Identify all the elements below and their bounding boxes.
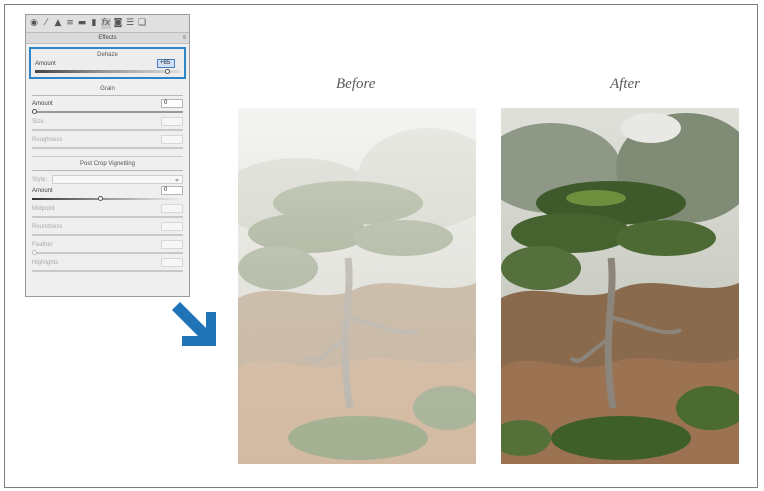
vignetting-midpoint-row: Midpoint (32, 204, 183, 215)
before-photo (238, 108, 476, 464)
grain-size-input[interactable] (161, 117, 183, 126)
panel-tab-bar: Effects ≡ (26, 33, 189, 44)
vignetting-roundness-input[interactable] (161, 222, 183, 231)
dehaze-title: Dehaze (97, 52, 118, 58)
vignetting-roundness-label: Roundness (32, 224, 63, 230)
after-photo (501, 108, 739, 464)
grain-size-row: Size (32, 117, 183, 128)
fx-icon[interactable]: fx (101, 18, 111, 29)
grain-title: Grain (100, 86, 115, 92)
basic-icon[interactable]: ◉ (29, 18, 39, 29)
grain-size-slider[interactable] (32, 128, 183, 132)
vignetting-roundness-track (32, 234, 183, 236)
vignetting-amount-label: Amount (32, 188, 53, 194)
grain-roughness-row: Roughness (32, 135, 183, 146)
grain-amount-row: Amount 0 (32, 99, 183, 110)
lens-icon[interactable]: ▮ (89, 18, 99, 29)
grain-amount-slider[interactable] (32, 109, 183, 114)
panel-tab-title: Effects (98, 35, 117, 41)
grain-roughness-slider[interactable] (32, 146, 183, 150)
vignetting-style-select[interactable] (52, 175, 183, 184)
vignetting-amount-slider[interactable] (32, 196, 183, 201)
vignetting-style-row: Style: (32, 174, 183, 186)
vignetting-divider (32, 156, 183, 157)
vignetting-style-label: Style: (32, 177, 48, 183)
vignetting-feather-thumb[interactable] (32, 250, 37, 255)
dehaze-amount-slider[interactable] (35, 69, 180, 74)
detail-icon[interactable]: ▲ (53, 18, 63, 29)
vignetting-title-divider (32, 170, 183, 171)
vignetting-feather-slider[interactable] (32, 250, 183, 255)
dehaze-amount-input[interactable]: +65 (157, 59, 175, 68)
vignetting-feather-track (32, 252, 183, 254)
camera-calibration-icon[interactable]: ◙ (113, 18, 123, 29)
vignetting-amount-input[interactable]: 0 (161, 186, 183, 195)
grain-roughness-label: Roughness (32, 137, 63, 143)
split-toning-icon[interactable]: ▬ (77, 18, 87, 29)
snapshots-icon[interactable]: ❑ (137, 18, 147, 29)
before-caption: Before (336, 76, 376, 92)
after-caption: After (610, 76, 640, 92)
dehaze-slider-track (35, 70, 180, 73)
dehaze-section: Dehaze Amount +65 (29, 47, 186, 79)
vignetting-amount-track (32, 198, 183, 200)
hsl-icon[interactable]: ≡ (65, 18, 75, 29)
vignetting-midpoint-label: Midpoint (32, 206, 55, 212)
vignetting-highlights-label: Highlights (32, 260, 59, 266)
vignetting-amount-row: Amount 0 (32, 186, 183, 197)
grain-size-track (32, 129, 183, 131)
effects-panel: ◉ ⁄ ▲ ≡ ▬ ▮ fx ◙ ☰ ❑ Effects ≡ Dehaze Am… (25, 14, 190, 297)
grain-divider (32, 95, 183, 96)
grain-roughness-input[interactable] (161, 135, 183, 144)
vignetting-feather-input[interactable] (161, 240, 183, 249)
vignetting-roundness-slider[interactable] (32, 233, 183, 237)
vignetting-highlights-row: Highlights (32, 258, 183, 269)
grain-amount-thumb[interactable] (32, 109, 37, 114)
dehaze-amount-label: Amount (35, 61, 56, 67)
grain-roughness-track (32, 147, 183, 149)
panel-toolbar: ◉ ⁄ ▲ ≡ ▬ ▮ fx ◙ ☰ ❑ (26, 15, 189, 33)
vignetting-amount-thumb[interactable] (98, 196, 103, 201)
presets-icon[interactable]: ☰ (125, 18, 135, 29)
grain-amount-label: Amount (32, 101, 53, 107)
vignetting-highlights-input[interactable] (161, 258, 183, 267)
vignetting-highlights-track (32, 270, 183, 272)
dehaze-slider-thumb[interactable] (165, 69, 170, 74)
dehaze-amount-row: Amount +65 (35, 59, 180, 70)
grain-amount-input[interactable]: 0 (161, 99, 183, 108)
vignetting-title: Post Crop Vignetting (80, 161, 135, 167)
vignetting-midpoint-input[interactable] (161, 204, 183, 213)
vignetting-midpoint-track (32, 216, 183, 218)
grain-amount-track (32, 111, 183, 113)
grain-size-label: Size (32, 119, 44, 125)
vignetting-midpoint-slider[interactable] (32, 215, 183, 219)
panel-menu-icon[interactable]: ≡ (182, 33, 186, 43)
vignetting-roundness-row: Roundness (32, 222, 183, 233)
arrow-down-right-icon (172, 302, 216, 346)
tone-curve-icon[interactable]: ⁄ (41, 18, 51, 29)
vignetting-highlights-slider[interactable] (32, 269, 183, 273)
vignetting-feather-row: Feather (32, 240, 183, 251)
vignetting-feather-label: Feather (32, 242, 53, 248)
